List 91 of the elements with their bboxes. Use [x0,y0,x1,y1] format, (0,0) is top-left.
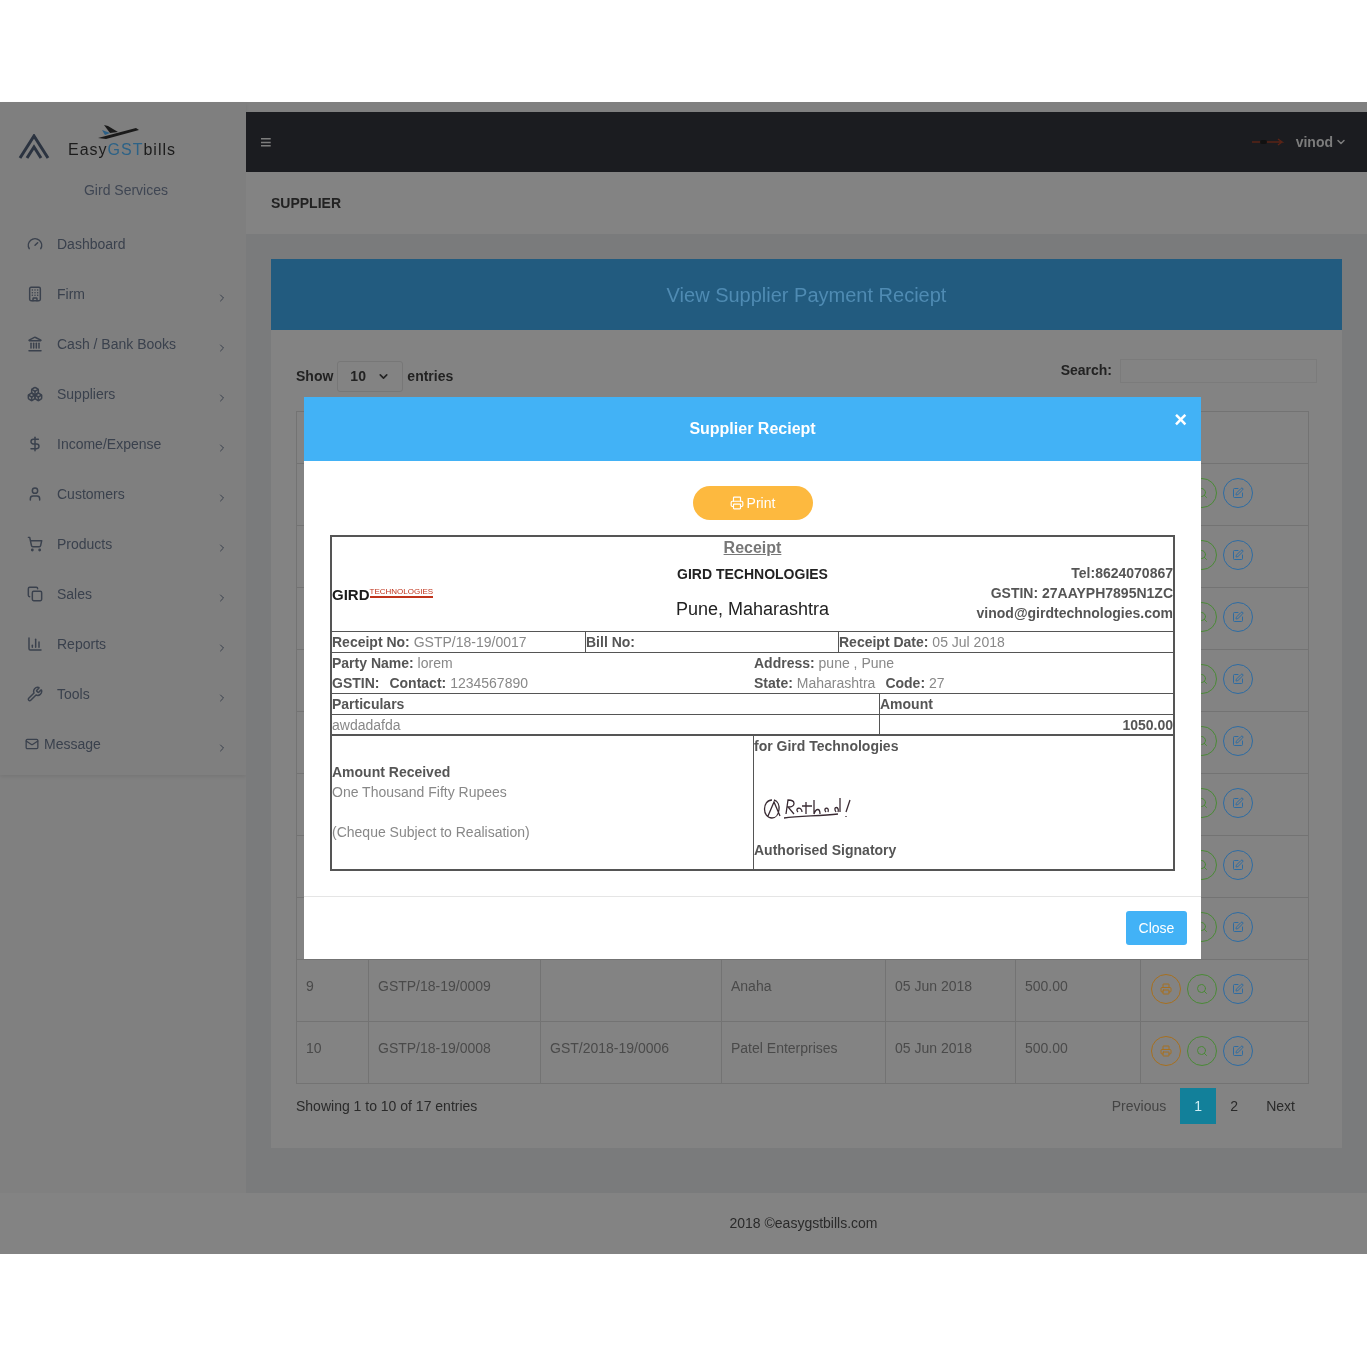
printer-icon [1160,983,1172,995]
party-gstin: GSTIN: [332,674,380,693]
table-cell: GSTP/18-19/0008 [369,1022,541,1083]
printer-icon [729,496,744,510]
edit-icon [1232,735,1244,747]
cart-icon [27,536,43,552]
amount-in-words: One Thousand Fifty Rupees [332,783,508,802]
table-cell: 10 [297,1022,369,1083]
dialog-title: Supplier Reciept [689,419,816,439]
signatory-label: Authorised Signatory [754,841,898,860]
previous-link[interactable]: Previous [1097,1088,1181,1124]
receipt-date: Receipt Date: 05 Jul 2018 [839,634,1005,650]
edit-icon [1232,859,1244,871]
edit-icon [1232,1045,1244,1057]
party-contact: Contact: 1234567890 [389,674,528,693]
table-cell: GST/2018-19/0006 [541,1022,722,1083]
edit-icon [1232,983,1244,995]
table-cell: 500.00 [1016,1022,1141,1083]
table-cell: GSTP/18-19/0009 [369,960,541,1021]
edit-icon [1232,487,1244,499]
building-icon [27,286,43,302]
print-button[interactable]: Print [692,486,813,520]
sidebar-item[interactable]: Tools [0,669,246,719]
user-menu[interactable]: vinod [1295,131,1353,153]
amount-cell: 1050.00 [1122,717,1173,733]
search-icon [1196,1045,1208,1057]
show-label: Show [296,367,334,386]
envelope-icon [25,737,39,751]
particulars-header: Particulars [332,696,405,712]
sidebar-item[interactable]: Dashboard [0,219,246,269]
close-button[interactable]: Close [1126,911,1187,945]
table-cell: Anaha [722,960,886,1021]
company-city: Pune, Maharashtra [675,598,830,619]
party-state: State: Maharashtra [754,674,876,693]
receipt-number: Receipt No: GSTP/18-19/0017 [332,634,527,650]
bar-chart-icon [27,636,43,652]
amount-header: Amount [880,696,933,712]
sidebar-item[interactable]: Cash / Bank Books [0,319,246,369]
sidebar-item[interactable]: Firm [0,269,246,319]
table-cell: Patel Enterprises [722,1022,886,1083]
entries-select[interactable]: 10 [337,361,404,392]
receipt-title: Receipt [723,538,782,558]
bank-icon [27,336,43,352]
sidebar-item[interactable]: Message [0,719,246,769]
particular-cell: awdadafda [332,717,401,733]
entries-info: Showing 1 to 10 of 17 entries [296,1096,478,1116]
edit-icon [1232,549,1244,561]
boxes-icon [27,386,43,402]
menu-button[interactable]: ≡ [260,132,272,152]
wrench-icon [27,686,43,702]
edit-icon [1232,797,1244,809]
dollar-icon [27,436,43,452]
table-cell: 05 Jun 2018 [886,1022,1016,1083]
company-contact: GSTIN: 27AAYPH7895N1ZC [990,584,1173,603]
table-cell: 9 [297,960,369,1021]
printer-icon [1160,1045,1172,1057]
amount-received-label: Amount Received [332,763,452,782]
party-name: Party Name: lorem [332,654,454,673]
sidebar-item[interactable]: Sales [0,569,246,619]
user-icon [27,486,43,502]
search-icon [1196,983,1208,995]
sidebar-item[interactable]: Products [0,519,246,569]
table-cell: 05 Jun 2018 [886,960,1016,1021]
sidebar-item[interactable]: Suppliers [0,369,246,419]
search-label: Search: [1060,361,1112,380]
cheque-note: (Cheque Subject to Realisation) [332,823,531,842]
sidebar-item[interactable]: Income/Expense [0,419,246,469]
edit-icon [1232,611,1244,623]
dashboard-gauge-icon [27,236,43,252]
party-address: Address: pune , Pune [754,654,896,673]
edit-icon [1232,673,1244,685]
sidebar-item[interactable]: Reports [0,619,246,669]
next-link[interactable]: Next [1252,1088,1309,1124]
page-link[interactable]: 1 [1180,1088,1217,1124]
company-contact: Tel:8624070867 [1071,564,1173,583]
page-title: SUPPLIER [271,193,341,213]
entries-label: entries [407,367,454,386]
company-name: Gird Services [84,181,168,200]
documents-icon [27,586,43,602]
bill-number: Bill No: [586,634,635,650]
mountain-logo-icon [18,134,50,160]
sidebar-item[interactable]: Customers [0,469,246,519]
table-cell: 500.00 [1016,960,1141,1021]
company-title: GIRD TECHNOLOGIES [677,565,828,584]
for-company: for Gird Technologies [754,737,900,756]
brand-logo-text: EasyGSTbills [68,141,177,158]
footer-text: 2018 ©easygstbills.com [729,1214,878,1233]
edit-icon [1232,921,1244,933]
company-contact: vinod@girdtechnologies.com [976,604,1173,623]
page-link[interactable]: 2 [1216,1088,1253,1124]
state-code: Code: 27 [885,674,945,693]
